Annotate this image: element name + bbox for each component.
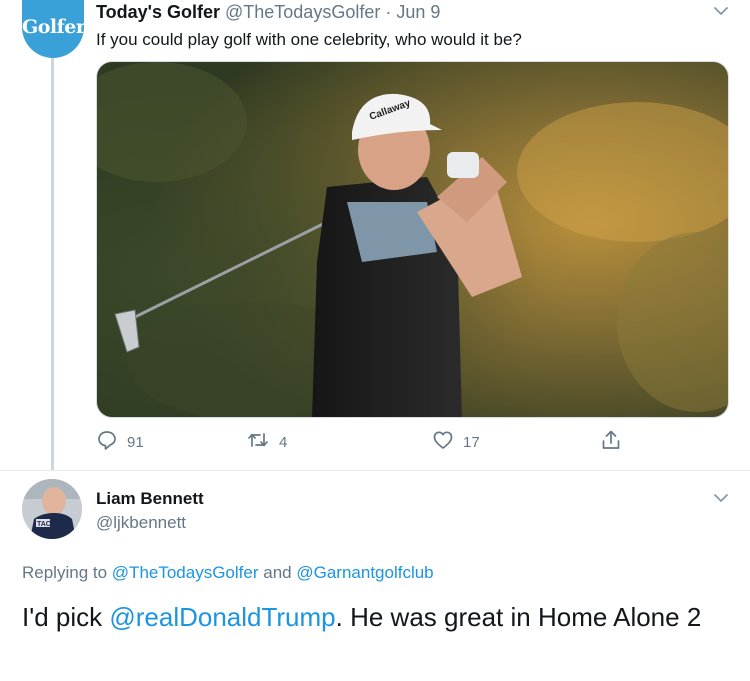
- retweet-icon: [246, 429, 270, 456]
- chevron-down-icon[interactable]: [714, 6, 728, 18]
- retweet-count: 4: [279, 433, 288, 451]
- replying-to-line: Replying to @TheTodaysGolfer and @Garnan…: [22, 563, 434, 583]
- reply-author-handle[interactable]: @ljkbennett: [96, 513, 186, 533]
- reply-text-after: . He was great in Home Alone 2: [335, 602, 702, 632]
- share-button[interactable]: [600, 428, 622, 456]
- reply-icon: [96, 429, 118, 456]
- liam-bennett-avatar[interactable]: TAC: [22, 479, 82, 539]
- replying-and: and: [263, 563, 292, 582]
- replying-mention-garnant[interactable]: @Garnantgolfclub: [296, 563, 433, 582]
- author-handle[interactable]: @TheTodaysGolfer: [225, 2, 380, 22]
- reply-text: I'd pick @realDonaldTrump. He was great …: [22, 599, 732, 636]
- todays-golfer-avatar[interactable]: Golfer: [22, 0, 84, 58]
- tweet-date[interactable]: Jun 9: [396, 2, 440, 22]
- chevron-down-icon[interactable]: [714, 493, 728, 505]
- header-separator: ·: [385, 2, 392, 22]
- reply-author-name[interactable]: Liam Bennett: [96, 489, 204, 509]
- share-icon: [600, 429, 622, 456]
- thread-line: [51, 58, 54, 470]
- like-count: 17: [463, 433, 480, 451]
- reply-mention-realdonaldtrump[interactable]: @realDonaldTrump: [109, 602, 335, 632]
- original-tweet[interactable]: Golfer Today's Golfer @TheTodaysGolfer ·…: [0, 0, 750, 470]
- like-icon: [432, 429, 454, 456]
- author-name[interactable]: Today's Golfer: [96, 2, 220, 22]
- reply-tweet[interactable]: TAC Liam Bennett @ljkbennett Replying to…: [0, 470, 750, 681]
- replying-mention-todaysgolfer[interactable]: @TheTodaysGolfer: [112, 563, 259, 582]
- avatar-shirt-text: TAC: [37, 521, 51, 528]
- reply-text-before: I'd pick: [22, 602, 103, 632]
- reply-count: 91: [127, 433, 144, 451]
- tweet-header: Today's Golfer @TheTodaysGolfer · Jun 9: [96, 2, 440, 23]
- replying-prefix: Replying to: [22, 563, 108, 582]
- reply-button[interactable]: 91: [96, 428, 144, 456]
- retweet-button[interactable]: 4: [246, 428, 287, 456]
- tweet-photo[interactable]: Callaway: [96, 61, 729, 418]
- like-button[interactable]: 17: [432, 428, 480, 456]
- avatar-logo-text: Golfer: [22, 16, 84, 38]
- tweet-text: If you could play golf with one celebrit…: [96, 30, 522, 49]
- tweet-action-bar: 91 4 17: [96, 428, 636, 456]
